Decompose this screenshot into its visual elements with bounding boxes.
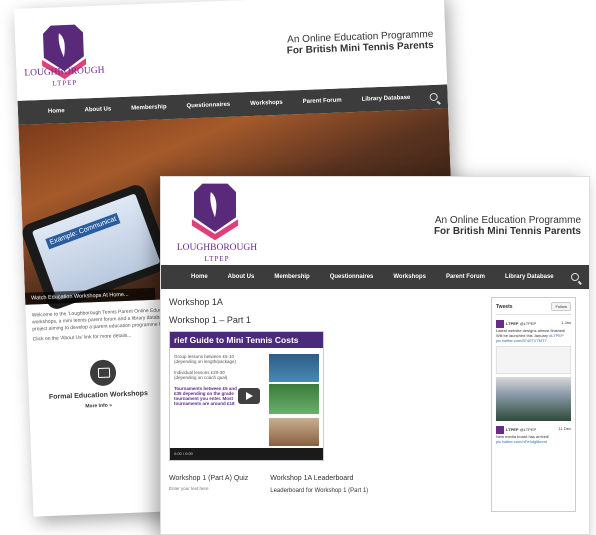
shield-logo-icon <box>191 183 239 241</box>
main-content: Workshop 1A Workshop 1 – Part 1 rief Gui… <box>161 289 589 512</box>
leaderboard-subtitle: Leaderboard for Workshop 1 (Part 1) <box>270 488 369 494</box>
nav-library[interactable]: Library Database <box>495 274 564 280</box>
page-subtitle: Workshop 1 – Part 1 <box>169 315 251 325</box>
nav-forum[interactable]: Parent Forum <box>436 274 495 280</box>
brand-name: LOUGHBOROUGH LTPEP <box>24 65 105 88</box>
nav-library[interactable]: Library Database <box>352 94 421 103</box>
workshop-page-window: LOUGHBOROUGH LTPEP An Online Education P… <box>160 176 590 535</box>
quiz-section: Workshop 1 (Part A) Quiz Enter your text… <box>169 475 248 494</box>
twitter-widget: Tweets Follow LTPEP @LTPEP 1 Jan Latest … <box>491 297 576 512</box>
main-nav: Home About Us Membership Questionnaires … <box>161 265 589 289</box>
video-player[interactable]: rief Guide to Mini Tennis Costs Group le… <box>169 331 324 461</box>
search-icon[interactable] <box>571 273 579 281</box>
intro-text: Welcome to the 'Loughborough Tennis Pare… <box>31 307 170 343</box>
site-header: LOUGHBOROUGH LTPEP An Online Education P… <box>14 0 448 101</box>
page-title: Workshop 1A <box>169 297 223 307</box>
video-thumbnail <box>269 418 319 446</box>
list-item: Individual lessons £20-30 (depending on … <box>174 370 228 380</box>
tweets-title: Tweets <box>496 303 513 310</box>
nav-home[interactable]: Home <box>181 274 218 280</box>
quiz-leaderboard-row: Workshop 1 (Part A) Quiz Enter your text… <box>169 475 479 494</box>
nav-questionnaires[interactable]: Questionnaires <box>320 274 384 280</box>
workshop-column: Workshop 1A Workshop 1 – Part 1 rief Gui… <box>169 297 479 512</box>
tweet-image[interactable] <box>496 377 571 421</box>
monitor-icon <box>89 359 117 387</box>
list-item: Group lessons between £5-10 (depending o… <box>174 354 237 364</box>
list-item: Tournaments between £5 and £35 depending… <box>174 386 237 406</box>
nav-workshops[interactable]: Workshops <box>240 99 293 107</box>
video-thumbnail <box>269 384 319 414</box>
twitter-header: Tweets Follow <box>496 302 571 315</box>
quiz-title: Workshop 1 (Part A) Quiz <box>169 475 249 482</box>
video-thumbnail <box>269 354 319 382</box>
nav-about[interactable]: About Us <box>218 274 265 280</box>
tablet-text: Example: Communicat <box>45 212 121 250</box>
search-icon[interactable] <box>429 92 438 102</box>
tweet-image[interactable] <box>496 346 571 374</box>
nav-about[interactable]: About Us <box>75 106 122 114</box>
nav-workshops[interactable]: Workshops <box>383 274 436 280</box>
follow-button[interactable]: Follow <box>551 302 571 311</box>
tagline: An Online Education Programme For Britis… <box>433 215 581 237</box>
nav-home[interactable]: Home <box>38 108 75 115</box>
nav-questionnaires[interactable]: Questionnaires <box>176 101 240 110</box>
avatar <box>496 320 504 328</box>
leaderboard-section: Workshop 1A Leaderboard Leaderboard for … <box>270 475 368 494</box>
video-controls[interactable]: 0:00 / 0:00 <box>170 448 323 460</box>
tweet: LTPEP @LTPEP 1 Jan Latest website design… <box>496 320 571 421</box>
site-header: LOUGHBOROUGH LTPEP An Online Education P… <box>161 177 589 265</box>
leaderboard-title: Workshop 1A Leaderboard <box>270 475 354 482</box>
quiz-placeholder[interactable]: Enter your text here <box>169 486 248 491</box>
tweet-link[interactable]: pic.twitter.com/8740TV7MT7 <box>496 338 571 343</box>
nav-forum[interactable]: Parent Forum <box>293 97 352 105</box>
video-time: 0:00 / 0:00 <box>174 451 193 456</box>
play-icon[interactable] <box>238 388 260 404</box>
screenshot-composite: LOUGHBOROUGH LTPEP An Online Education P… <box>0 0 596 535</box>
brand-name: LOUGHBOROUGH LTPEP <box>176 243 258 263</box>
tagline: An Online Education Programme For Britis… <box>286 28 434 57</box>
nav-membership[interactable]: Membership <box>264 274 319 280</box>
nav-membership[interactable]: Membership <box>121 104 177 112</box>
video-banner: rief Guide to Mini Tennis Costs <box>170 332 323 348</box>
tweet: LTPEP @LTPEP 11 Dec New media board has … <box>496 426 571 444</box>
avatar <box>496 426 504 434</box>
tweet-link[interactable]: pic.twitter.com/nFe9dgl8mmt <box>496 439 571 444</box>
